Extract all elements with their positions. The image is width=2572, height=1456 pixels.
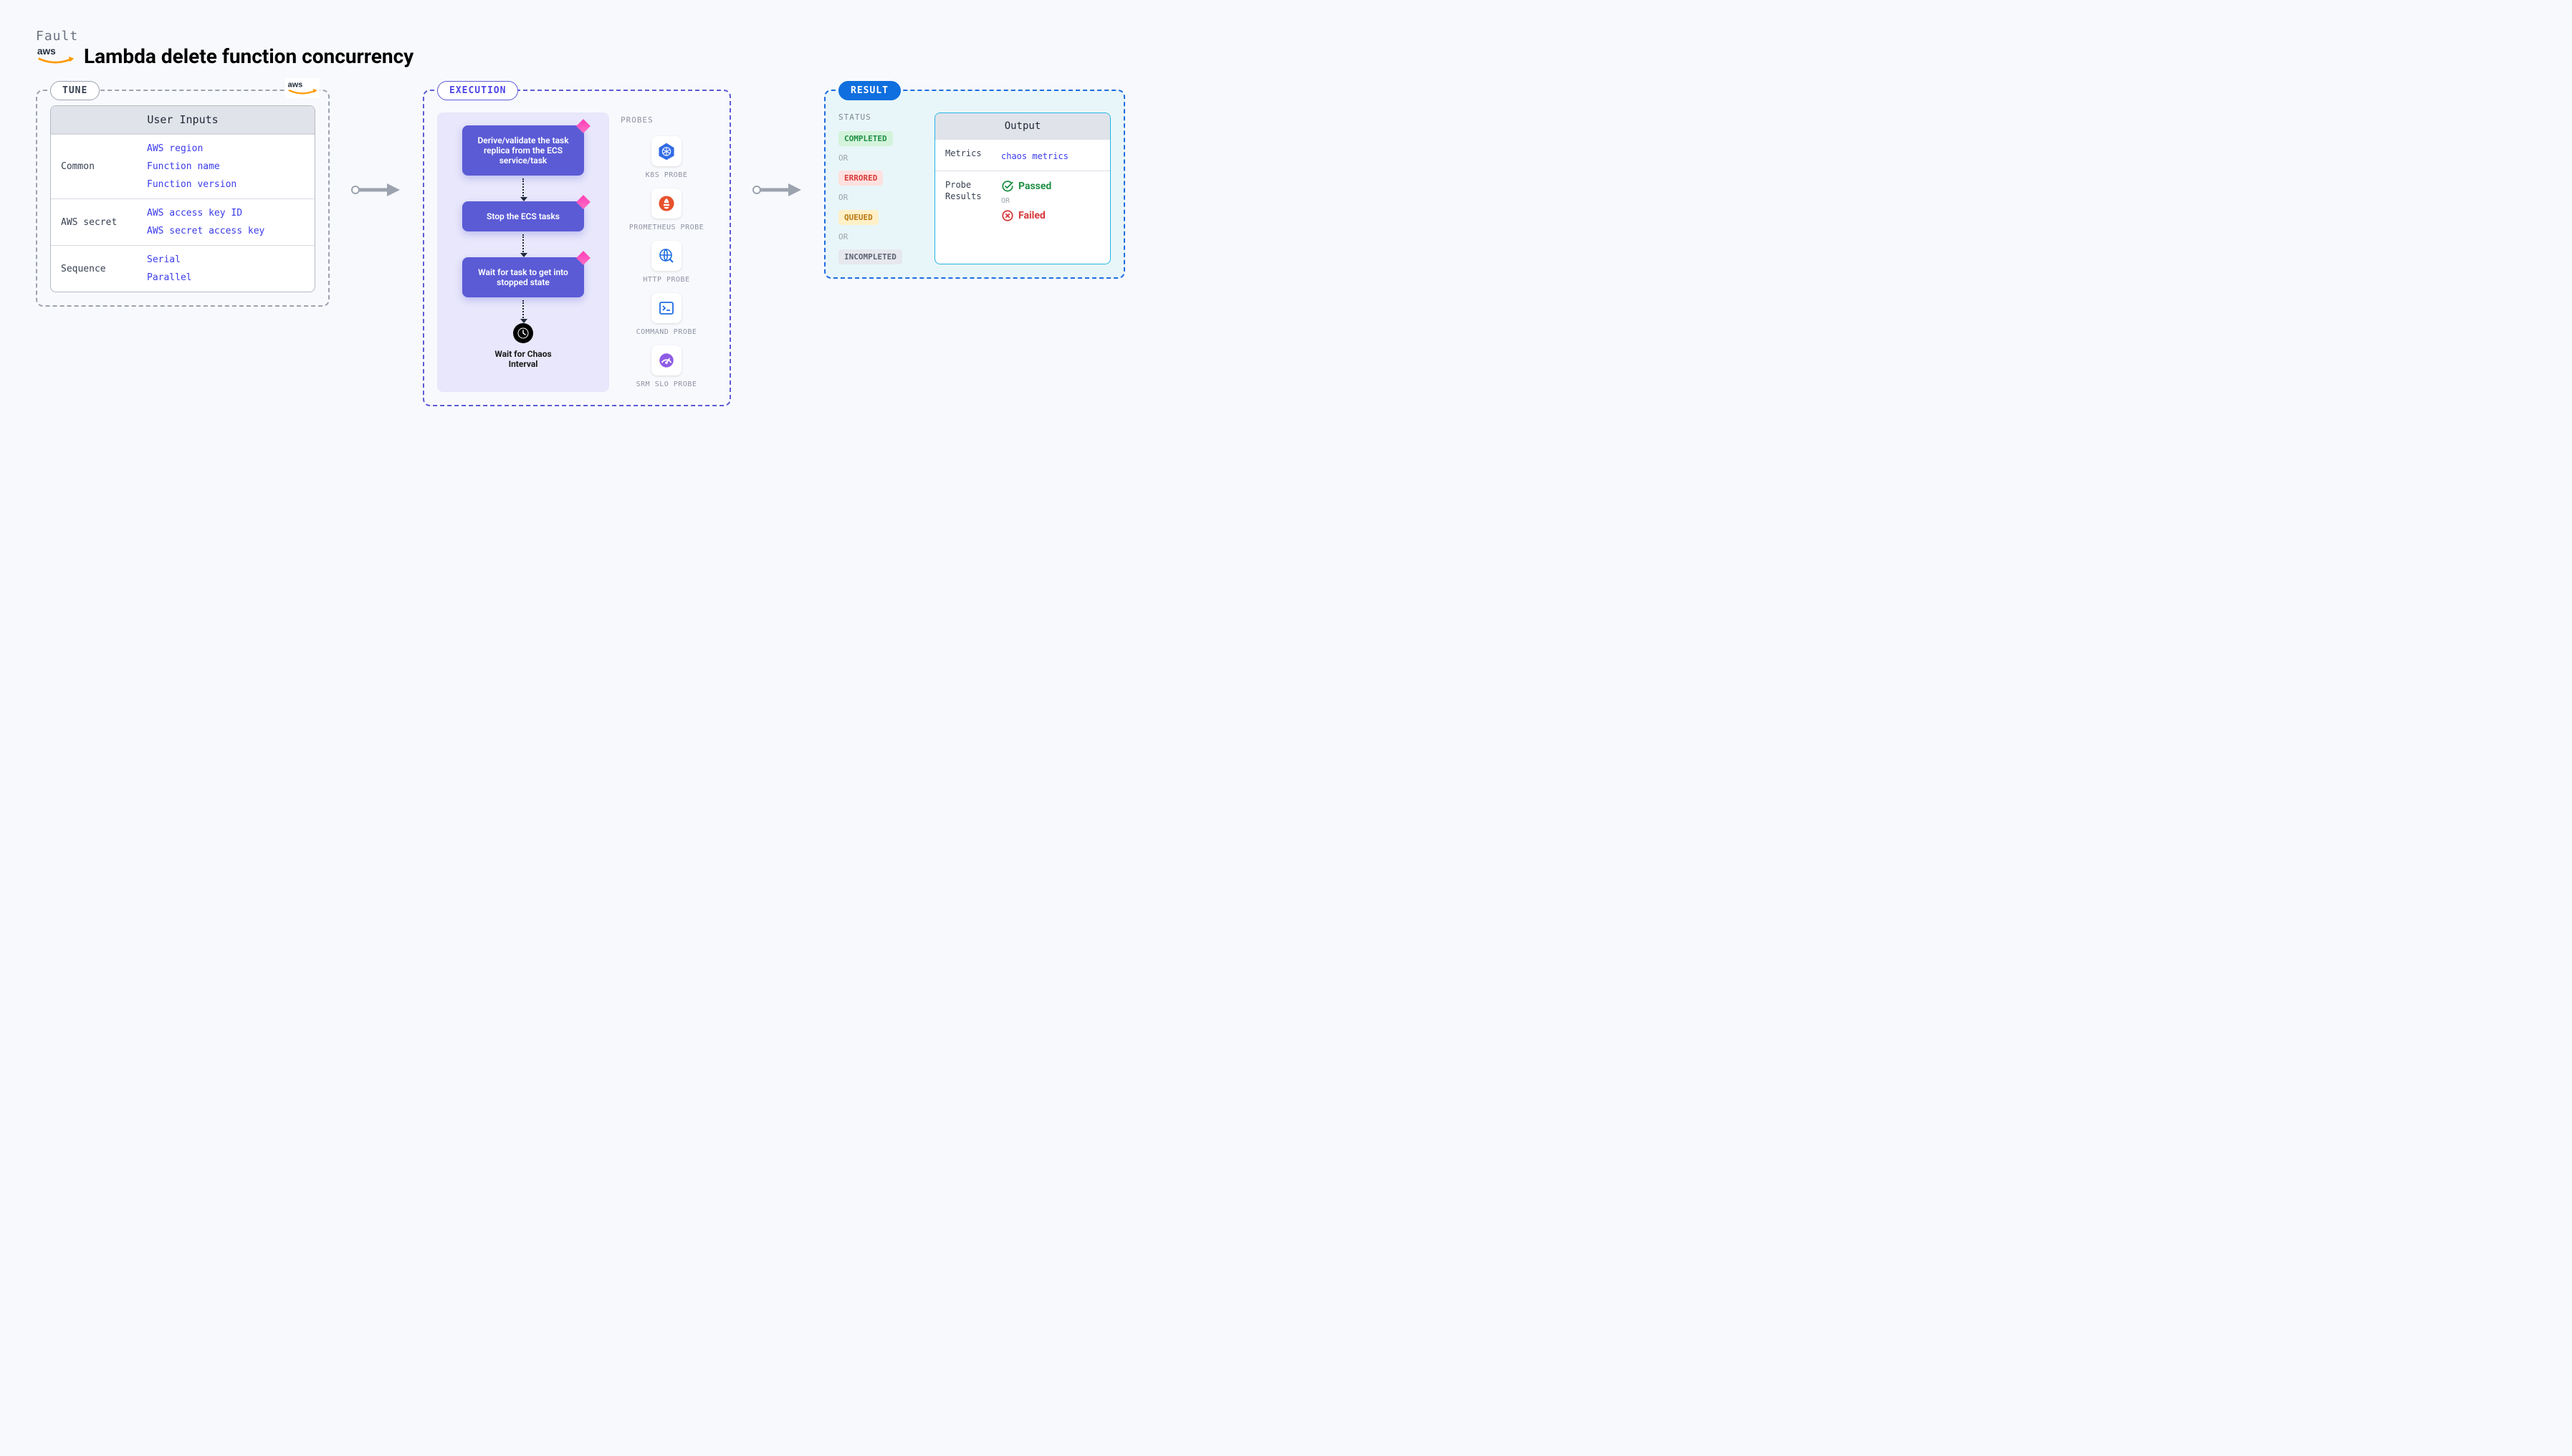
input-row-common: Common AWS region Function name Function… (51, 134, 315, 198)
status-queued: QUEUED (838, 210, 879, 225)
flow-step-text: Stop the ECS tasks (487, 211, 560, 221)
arrow-right-icon (351, 181, 401, 198)
wait-step: Wait for Chaos Interval (484, 323, 563, 369)
probe-k8s: K8S PROBE (646, 136, 688, 180)
probe-label: HTTP PROBE (643, 275, 689, 284)
input-value: Function version (147, 179, 305, 190)
tune-panel: TUNE aws User Inputs Common AWS region F… (36, 90, 330, 307)
output-row-probe-results: Probe Results Passed OR Failed (935, 171, 1110, 231)
status-completed: COMPLETED (838, 131, 893, 146)
or-label: OR (838, 232, 924, 241)
prometheus-icon (651, 188, 682, 219)
probes-column: PROBES K8S PROBE PROMETHEUS PROBE HTTP P… (616, 112, 717, 392)
flow-step-3: Wait for task to get into stopped state (462, 257, 584, 297)
probe-label: COMMAND PROBE (636, 327, 697, 337)
aws-logo-icon: aws (285, 78, 320, 98)
probe-label: PROMETHEUS PROBE (629, 223, 704, 232)
row-label: Common (61, 143, 140, 190)
arrow-right-icon (752, 181, 803, 198)
passed-text: Passed (1018, 181, 1051, 192)
diagram-canvas: TUNE aws User Inputs Common AWS region F… (36, 90, 2536, 406)
output-title: Output (935, 113, 1110, 139)
result-passed: Passed (1001, 180, 1100, 193)
terminal-icon (651, 293, 682, 323)
execution-flow: Derive/validate the task replica from th… (437, 112, 609, 392)
probe-prometheus: PROMETHEUS PROBE (629, 188, 704, 232)
input-row-aws-secret: AWS secret AWS access key ID AWS secret … (51, 198, 315, 245)
probe-srm-slo: SRM SLO PROBE (636, 345, 697, 389)
arrow-execution-to-result (752, 90, 803, 290)
input-value: AWS region (147, 143, 305, 154)
or-label: OR (1001, 197, 1100, 205)
metrics-label: Metrics (945, 148, 995, 162)
flow-step-text: Wait for task to get into stopped state (478, 267, 568, 287)
flow-arrow-icon (522, 300, 524, 320)
or-label: OR (838, 153, 924, 163)
execution-panel: EXECUTION Derive/validate the task repli… (423, 90, 731, 406)
status-incompleted: INCOMPLETED (838, 249, 902, 264)
status-errored: ERRORED (838, 171, 883, 186)
svg-text:aws: aws (287, 81, 302, 90)
globe-icon (651, 241, 682, 271)
flow-arrow-icon (522, 234, 524, 254)
probe-label: K8S PROBE (646, 171, 688, 180)
failed-text: Failed (1018, 210, 1046, 221)
check-circle-icon (1001, 180, 1014, 193)
user-inputs-card: User Inputs Common AWS region Function n… (50, 105, 315, 292)
input-value: Serial (147, 254, 305, 265)
input-value: AWS secret access key (147, 226, 305, 236)
svg-text:aws: aws (37, 46, 56, 57)
wait-label: Wait for Chaos Interval (484, 349, 563, 369)
flow-step-text: Derive/validate the task replica from th… (477, 135, 568, 166)
input-value: Function name (147, 161, 305, 172)
user-inputs-title: User Inputs (51, 106, 315, 134)
arrow-tune-to-execution (351, 90, 401, 290)
kicker-label: Fault (36, 29, 2536, 44)
metrics-value: chaos metrics (1001, 151, 1069, 161)
flow-arrow-icon (522, 178, 524, 198)
result-panel: RESULT STATUS COMPLETED OR ERRORED OR QU… (824, 90, 1125, 279)
page-title: Lambda delete function concurrency (84, 44, 413, 68)
status-column: STATUS COMPLETED OR ERRORED OR QUEUED OR… (838, 112, 924, 264)
clock-icon (513, 323, 533, 343)
gauge-icon (651, 345, 682, 375)
probe-command: COMMAND PROBE (636, 293, 697, 337)
probe-results-label: Probe Results (945, 180, 995, 222)
row-label: AWS secret (61, 208, 140, 236)
aws-logo-icon: aws (36, 44, 75, 68)
k8s-icon (651, 136, 682, 166)
row-label: Sequence (61, 254, 140, 283)
output-row-metrics: Metrics chaos metrics (935, 139, 1110, 171)
probes-title: PROBES (621, 115, 654, 125)
flow-step-2: Stop the ECS tasks (462, 201, 584, 231)
output-card: Output Metrics chaos metrics Probe Resul… (934, 112, 1111, 264)
page-header: Fault aws Lambda delete function concurr… (36, 29, 2536, 68)
input-value: AWS access key ID (147, 208, 305, 219)
input-row-sequence: Sequence Serial Parallel (51, 245, 315, 292)
status-title: STATUS (838, 112, 924, 122)
flow-step-1: Derive/validate the task replica from th… (462, 125, 584, 176)
tune-tag: TUNE (50, 81, 100, 100)
or-label: OR (838, 193, 924, 202)
probe-http: HTTP PROBE (643, 241, 689, 284)
result-tag: RESULT (838, 81, 901, 100)
x-circle-icon (1001, 209, 1014, 222)
result-failed: Failed (1001, 209, 1100, 222)
probe-label: SRM SLO PROBE (636, 380, 697, 389)
input-value: Parallel (147, 272, 305, 283)
execution-tag: EXECUTION (437, 81, 518, 100)
